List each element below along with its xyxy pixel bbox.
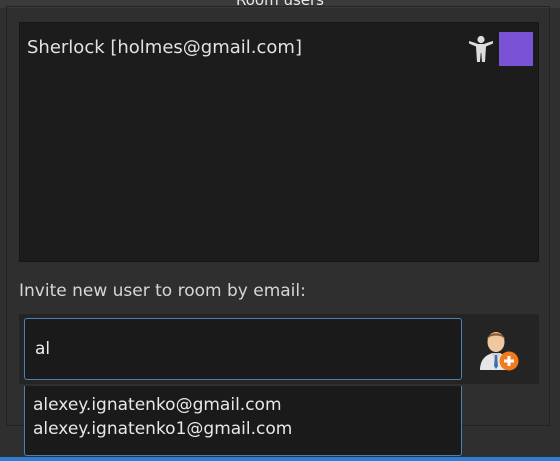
room-users-panel: Room users Sherlock [holmes@gmail.com] I… [0,0,560,461]
room-users-list[interactable]: Sherlock [holmes@gmail.com] [19,22,539,262]
invite-email-input[interactable] [24,318,462,380]
invite-label: Invite new user to room by email: [19,281,306,301]
email-suggestions-dropdown[interactable]: alexey.ignatenko@gmail.com alexey.ignate… [24,386,462,456]
user-name: Sherlock [holmes@gmail.com] [27,37,302,58]
add-user-icon [474,332,522,379]
user-color-swatch[interactable] [499,32,533,66]
person-icon [468,35,494,63]
add-user-button[interactable] [474,322,522,376]
user-row[interactable]: Sherlock [holmes@gmail.com] [27,32,536,66]
bottom-highlight-bar [0,457,560,461]
suggestion-item[interactable]: alexey.ignatenko@gmail.com [25,393,461,417]
suggestion-item[interactable]: alexey.ignatenko1@gmail.com [25,417,461,441]
invite-row [19,314,539,384]
